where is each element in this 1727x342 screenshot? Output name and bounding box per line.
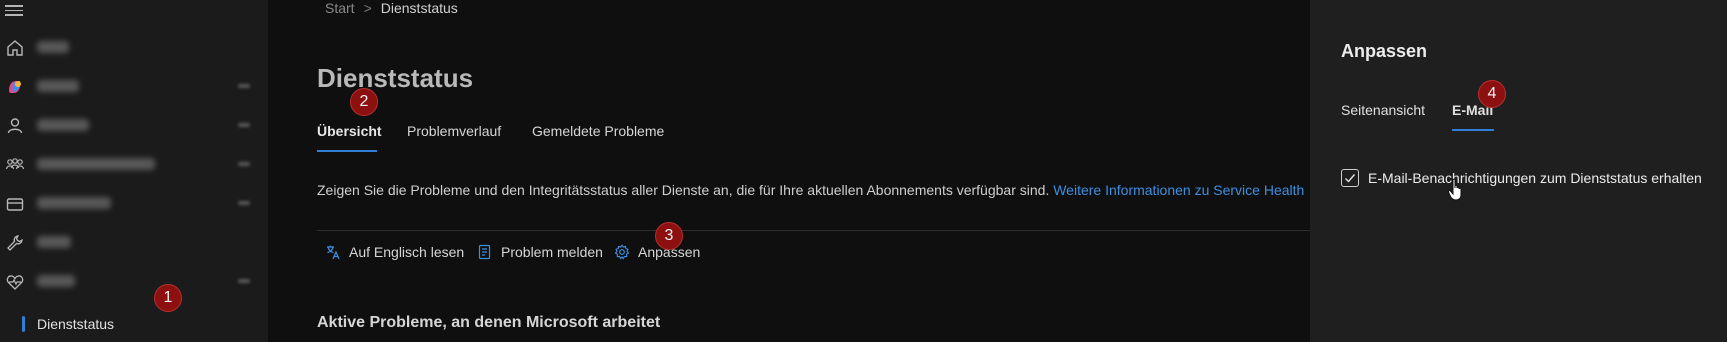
sidebar-item-health[interactable] [0,263,268,301]
report-icon [478,244,491,260]
email-notifications-checkbox[interactable] [1341,169,1359,187]
description-text: Zeigen Sie die Probleme und den Integrit… [317,182,1050,198]
sidebar-item-setup[interactable] [0,224,268,262]
sidebar-item-label-blurred [37,119,89,131]
active-panel-tab-indicator [1452,129,1494,131]
sidebar-item-label-blurred [37,158,155,170]
checkmark-icon [1345,174,1356,183]
hand-cursor-icon [1447,178,1462,201]
copilot-icon [5,77,25,97]
tab-gemeldete-probleme[interactable]: Gemeldete Probleme [532,123,664,139]
page-title: Dienststatus [317,63,474,93]
sidebar-item-users[interactable] [0,107,268,145]
report-problem-button[interactable]: Problem melden [477,244,603,264]
chevron-down-icon[interactable] [238,84,250,88]
billing-icon [5,194,25,214]
report-problem-label: Problem melden [501,244,603,260]
customize-button[interactable]: Anpassen [614,244,700,264]
sidebar-item-label-blurred [37,41,69,53]
groups-icon [5,155,25,175]
panel-title: Anpassen [1341,41,1428,61]
active-issues-heading: Aktive Probleme, an denen Microsoft arbe… [317,314,661,331]
tab-problemverlauf[interactable]: Problemverlauf [407,123,501,139]
user-icon [5,116,25,136]
read-in-english-label: Auf Englisch lesen [349,244,465,260]
breadcrumb-current: Dienststatus [380,0,458,16]
gear-icon [614,244,630,260]
translate-icon [327,245,340,260]
wrench-icon [5,233,25,253]
callout-badge-4: 4 [1478,80,1506,108]
service-health-link[interactable]: Weitere Informationen zu Service Health [1053,182,1304,198]
sidebar-item-label-blurred [37,80,79,92]
tab-uebersicht[interactable]: Übersicht [317,123,382,139]
email-notifications-label[interactable]: E-Mail-Benachrichtigungen zum Dienststat… [1368,170,1702,186]
callout-badge-3: 3 [655,222,683,250]
health-icon [5,272,25,292]
sidebar-item-label-blurred [37,197,111,209]
sidebar-item-home[interactable] [0,29,268,67]
callout-badge-1: 1 [154,284,182,312]
chevron-down-icon[interactable] [238,201,250,205]
selected-indicator [22,316,25,332]
tab-seitenansicht[interactable]: Seitenansicht [1341,102,1425,118]
chevron-up-icon[interactable] [238,279,250,283]
sidebar-item-billing[interactable] [0,185,268,223]
breadcrumb-home[interactable]: Start [325,0,355,16]
left-navigation: Dienststatus [0,0,268,342]
customize-panel: Anpassen Seitenansicht E-Mail E-Mail-Ben… [1310,0,1727,342]
breadcrumb: Start > Dienststatus [325,0,458,16]
read-in-english-button[interactable]: Auf Englisch lesen [325,244,464,264]
main-content: Start > Dienststatus Dienststatus Übersich… [268,0,1310,342]
sidebar-item-label-blurred [37,275,75,287]
hamburger-menu-icon[interactable] [5,2,23,16]
sidebar-item-label-blurred [37,236,71,248]
home-icon [5,38,25,58]
sidebar-item-copilot[interactable] [0,68,268,106]
active-tab-indicator [317,150,377,152]
callout-badge-2: 2 [350,88,378,116]
page-description: Zeigen Sie die Probleme und den Integrit… [317,182,1304,198]
sidebar-subitem-dienststatus[interactable]: Dienststatus [37,316,114,332]
breadcrumb-separator: > [363,0,372,16]
chevron-down-icon[interactable] [238,162,250,166]
chevron-down-icon[interactable] [238,123,250,127]
sidebar-item-groups[interactable] [0,146,268,184]
divider [317,230,1310,231]
